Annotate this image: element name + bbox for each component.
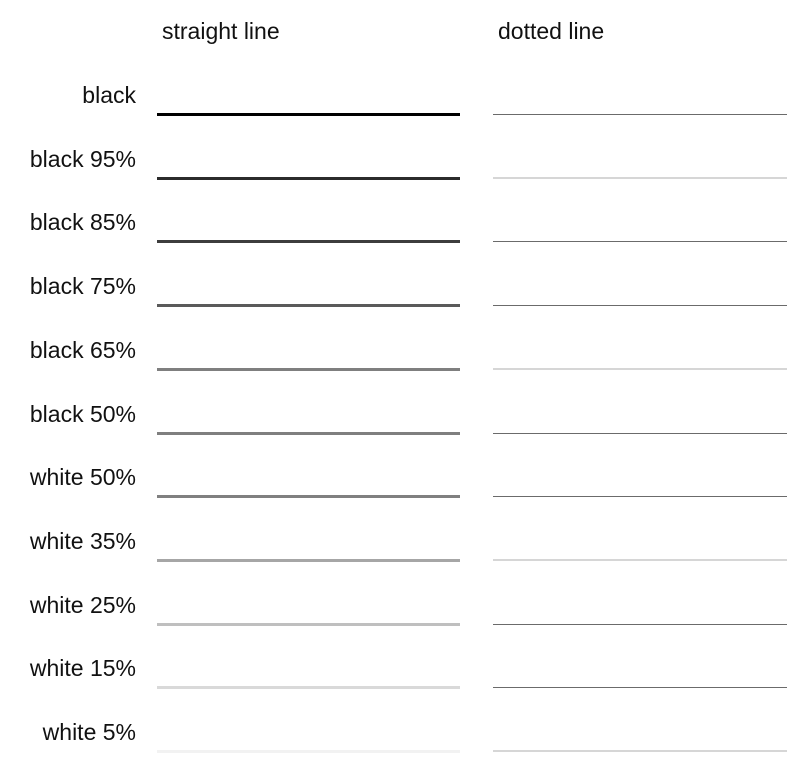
straight-line-sample xyxy=(157,368,460,371)
row-label: black 75% xyxy=(29,273,136,299)
line-sample-row: white 50% xyxy=(0,448,805,512)
row-label: white 25% xyxy=(29,592,136,618)
line-sample-row: white 25% xyxy=(0,576,805,640)
row-label: black 85% xyxy=(29,209,136,235)
dotted-line-sample xyxy=(493,496,787,497)
dotted-line-sample xyxy=(493,241,787,242)
row-label: white 5% xyxy=(42,719,136,745)
line-sample-row: black 65% xyxy=(0,321,805,385)
dotted-line-sample xyxy=(493,305,787,306)
line-sample-row: black 85% xyxy=(0,193,805,257)
row-label: black 50% xyxy=(29,401,136,427)
straight-line-sample xyxy=(157,177,460,180)
dotted-line-sample xyxy=(493,624,787,625)
line-sample-row: white 5% xyxy=(0,703,805,767)
straight-line-sample xyxy=(157,240,460,243)
row-label: white 50% xyxy=(29,464,136,490)
straight-line-sample xyxy=(157,750,460,753)
straight-line-sample xyxy=(157,559,460,562)
row-label: white 15% xyxy=(29,655,136,681)
straight-line-sample xyxy=(157,686,460,689)
dotted-line-sample xyxy=(493,687,787,688)
row-label: white 35% xyxy=(29,528,136,554)
straight-line-sample xyxy=(157,432,460,435)
line-sample-row: black xyxy=(0,66,805,130)
line-sample-row: white 35% xyxy=(0,512,805,576)
dotted-line-column-header: dotted line xyxy=(498,18,605,44)
straight-line-sample xyxy=(157,113,460,116)
dotted-line-sample xyxy=(493,368,787,370)
line-sample-row: black 50% xyxy=(0,385,805,449)
line-sample-row: white 15% xyxy=(0,639,805,703)
line-sample-row: black 95% xyxy=(0,130,805,194)
line-sample-row: black 75% xyxy=(0,257,805,321)
straight-line-sample xyxy=(157,304,460,307)
dotted-line-sample xyxy=(493,177,787,179)
dotted-line-sample xyxy=(493,750,787,752)
straight-line-column-header: straight line xyxy=(162,18,280,44)
dotted-line-sample xyxy=(493,114,787,115)
dotted-line-sample xyxy=(493,559,787,561)
row-label: black xyxy=(82,82,136,108)
dotted-line-sample xyxy=(493,433,787,434)
straight-line-sample xyxy=(157,495,460,498)
straight-line-sample xyxy=(157,623,460,626)
row-label: black 95% xyxy=(29,146,136,172)
row-label: black 65% xyxy=(29,337,136,363)
